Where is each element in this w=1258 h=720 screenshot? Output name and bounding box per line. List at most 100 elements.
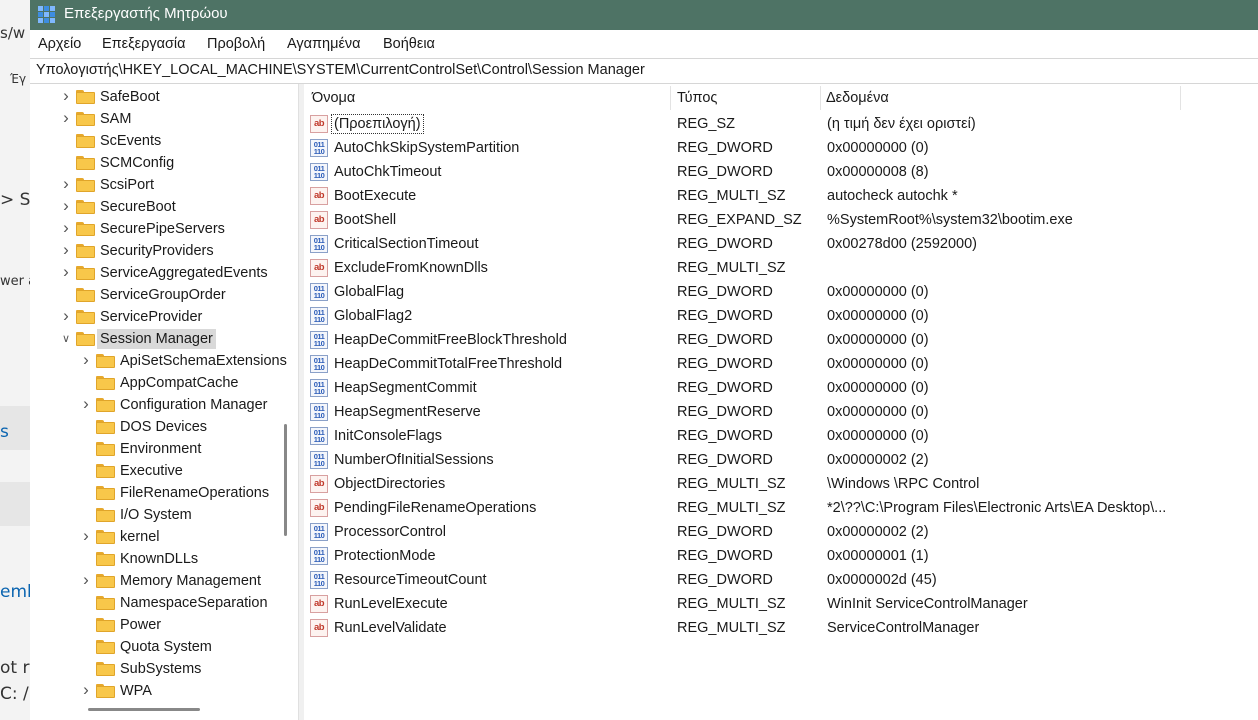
value-row[interactable]: 011 110 GlobalFlag2 REG_DWORD 0x00000000 (0) [304, 304, 1258, 328]
column-separator[interactable] [820, 86, 821, 110]
address-bar[interactable]: Υπολογιστής\HKEY_LOCAL_MACHINE\SYSTEM\Cu… [30, 58, 1258, 84]
value-row[interactable]: 011 110 NumberOfInitialSessions REG_DWORD 0x… [304, 448, 1258, 472]
value-data: 0x00000000 (0) [827, 428, 929, 444]
title-bar[interactable]: Επεξεργαστής Μητρώου [30, 0, 1258, 30]
chevron-right-icon[interactable]: › [60, 307, 72, 325]
tree-item[interactable]: Quota System [30, 636, 298, 658]
menu-help[interactable]: Βοήθεια [383, 36, 435, 52]
menu-favorites[interactable]: Αγαπημένα [287, 36, 361, 52]
chevron-right-icon[interactable]: › [80, 527, 92, 545]
chevron-right-icon[interactable]: › [80, 395, 92, 413]
value-row[interactable]: ab RunLevelValidate REG_MULTI_SZ ServiceCon… [304, 616, 1258, 640]
tree-item[interactable]: › ScsiPort [30, 174, 298, 196]
value-row[interactable]: ab PendingFileRenameOperations REG_MULTI_S… [304, 496, 1258, 520]
value-row[interactable]: ab RunLevelExecute REG_MULTI_SZ WinInit Ser… [304, 592, 1258, 616]
value-data: ServiceControlManager [827, 620, 980, 636]
tree-item[interactable]: › Memory Management [30, 570, 298, 592]
menu-edit[interactable]: Επεξεργασία [102, 36, 186, 52]
chevron-right-icon[interactable]: › [60, 109, 72, 127]
value-row[interactable]: ab BootShell REG_EXPAND_SZ %SystemRoot%\sys… [304, 208, 1258, 232]
tree-item-label: AppCompatCache [120, 375, 239, 391]
chevron-down-icon[interactable]: ∨ [60, 331, 72, 347]
tree-item[interactable]: NamespaceSeparation [30, 592, 298, 614]
tree-item-label: SafeBoot [100, 89, 160, 105]
value-data: 0x00000000 (0) [827, 404, 929, 420]
column-separator[interactable] [670, 86, 671, 110]
value-row[interactable]: ab ObjectDirectories REG_MULTI_SZ \Windows … [304, 472, 1258, 496]
tree-item[interactable]: I/O System [30, 504, 298, 526]
value-row[interactable]: 011 110 ProcessorControl REG_DWORD 0x0000000… [304, 520, 1258, 544]
tree-item[interactable]: DOS Devices [30, 416, 298, 438]
tree-item[interactable]: › SAM [30, 108, 298, 130]
tree-item[interactable]: KnownDLLs [30, 548, 298, 570]
chevron-right-icon[interactable]: › [80, 571, 92, 589]
value-row[interactable]: ab (Προεπιλογή) REG_SZ (η τιμή δεν έχει ορι… [304, 112, 1258, 136]
column-header-name[interactable]: Όνομα [312, 90, 355, 106]
chevron-right-icon[interactable]: › [60, 219, 72, 237]
values-list-pane[interactable]: Όνομα Τύπος Δεδομένα ab (Προεπιλογή) REG_S… [304, 84, 1258, 720]
tree-item[interactable]: Power [30, 614, 298, 636]
value-row[interactable]: 011 110 ResourceTimeoutCount REG_DWORD 0x000… [304, 568, 1258, 592]
tree-item[interactable]: › ServiceAggregatedEvents [30, 262, 298, 284]
tree-item[interactable]: SubSystems [30, 658, 298, 680]
value-row[interactable]: 011 110 ProtectionMode REG_DWORD 0x00000001 … [304, 544, 1258, 568]
tree-item[interactable]: › Configuration Manager [30, 394, 298, 416]
value-row[interactable]: 011 110 HeapSegmentReserve REG_DWORD 0x00000… [304, 400, 1258, 424]
tree-item[interactable]: FileRenameOperations [30, 482, 298, 504]
tree-item[interactable]: › SafeBoot [30, 86, 298, 108]
value-row[interactable]: 011 110 HeapDeCommitTotalFreeThreshold REG_… [304, 352, 1258, 376]
tree-item[interactable]: ∨ Session Manager [30, 328, 298, 350]
value-row[interactable]: 011 110 AutoChkTimeout REG_DWORD 0x00000008 … [304, 160, 1258, 184]
tree-item[interactable]: ScEvents [30, 130, 298, 152]
column-separator[interactable] [1180, 86, 1181, 110]
value-row[interactable]: 011 110 GlobalFlag REG_DWORD 0x00000000 (0) [304, 280, 1258, 304]
value-row[interactable]: ab BootExecute REG_MULTI_SZ autocheck autoc… [304, 184, 1258, 208]
tree-item[interactable]: › SecureBoot [30, 196, 298, 218]
value-type: REG_DWORD [677, 356, 773, 372]
tree-item[interactable]: › WPA [30, 680, 298, 702]
value-type: REG_MULTI_SZ [677, 188, 786, 204]
column-header-data[interactable]: Δεδομένα [826, 90, 889, 106]
tree-vertical-scrollbar[interactable] [284, 424, 287, 536]
binary-value-icon: 011 110 [310, 235, 328, 253]
tree-item[interactable]: › ServiceProvider [30, 306, 298, 328]
binary-value-icon: 011 110 [310, 403, 328, 421]
string-value-icon: ab [310, 475, 328, 493]
chevron-right-icon[interactable]: › [60, 197, 72, 215]
folder-icon [96, 464, 115, 478]
value-row[interactable]: 011 110 HeapDeCommitFreeBlockThreshold REG_… [304, 328, 1258, 352]
tree-item-label: SecurityProviders [100, 243, 214, 259]
value-data: 0x00000002 (2) [827, 452, 929, 468]
tree-item[interactable]: SCMConfig [30, 152, 298, 174]
tree-item[interactable]: › ApiSetSchemaExtensions [30, 350, 298, 372]
menu-view[interactable]: Προβολή [207, 36, 265, 52]
value-row[interactable]: 011 110 InitConsoleFlags REG_DWORD 0x0000000… [304, 424, 1258, 448]
chevron-right-icon[interactable]: › [80, 351, 92, 369]
value-name: HeapDeCommitTotalFreeThreshold [334, 356, 563, 372]
tree-item[interactable]: › SecurityProviders [30, 240, 298, 262]
tree-item[interactable]: AppCompatCache [30, 372, 298, 394]
tree-horizontal-scrollbar[interactable] [88, 708, 200, 711]
tree-item[interactable]: Environment [30, 438, 298, 460]
address-path[interactable]: Υπολογιστής\HKEY_LOCAL_MACHINE\SYSTEM\Cu… [36, 62, 645, 78]
tree-item[interactable]: Executive [30, 460, 298, 482]
value-name: BootExecute [334, 188, 417, 204]
chevron-right-icon[interactable]: › [60, 87, 72, 105]
chevron-right-icon[interactable]: › [60, 263, 72, 281]
value-row[interactable]: 011 110 HeapSegmentCommit REG_DWORD 0x000000… [304, 376, 1258, 400]
tree-item[interactable]: › SecurePipeServers [30, 218, 298, 240]
value-row[interactable]: ab ExcludeFromKnownDlls REG_MULTI_SZ [304, 256, 1258, 280]
folder-icon [76, 90, 95, 104]
key-tree-pane[interactable]: › SafeBoot › SAM ScEvents SCMConfig › ScsiPort ›… [30, 84, 299, 720]
chevron-right-icon[interactable]: › [60, 175, 72, 193]
binary-value-icon: 011 110 [310, 355, 328, 373]
tree-item[interactable]: ServiceGroupOrder [30, 284, 298, 306]
chevron-right-icon[interactable]: › [60, 241, 72, 259]
tree-item[interactable]: › kernel [30, 526, 298, 548]
chevron-right-icon[interactable]: › [80, 681, 92, 699]
menu-file[interactable]: Αρχείο [38, 36, 81, 52]
value-row[interactable]: 011 110 AutoChkSkipSystemPartition REG_DWOR… [304, 136, 1258, 160]
value-row[interactable]: 011 110 CriticalSectionTimeout REG_DWORD 0x0… [304, 232, 1258, 256]
column-header-type[interactable]: Τύπος [677, 90, 717, 106]
tree-item-label: KnownDLLs [120, 551, 199, 567]
